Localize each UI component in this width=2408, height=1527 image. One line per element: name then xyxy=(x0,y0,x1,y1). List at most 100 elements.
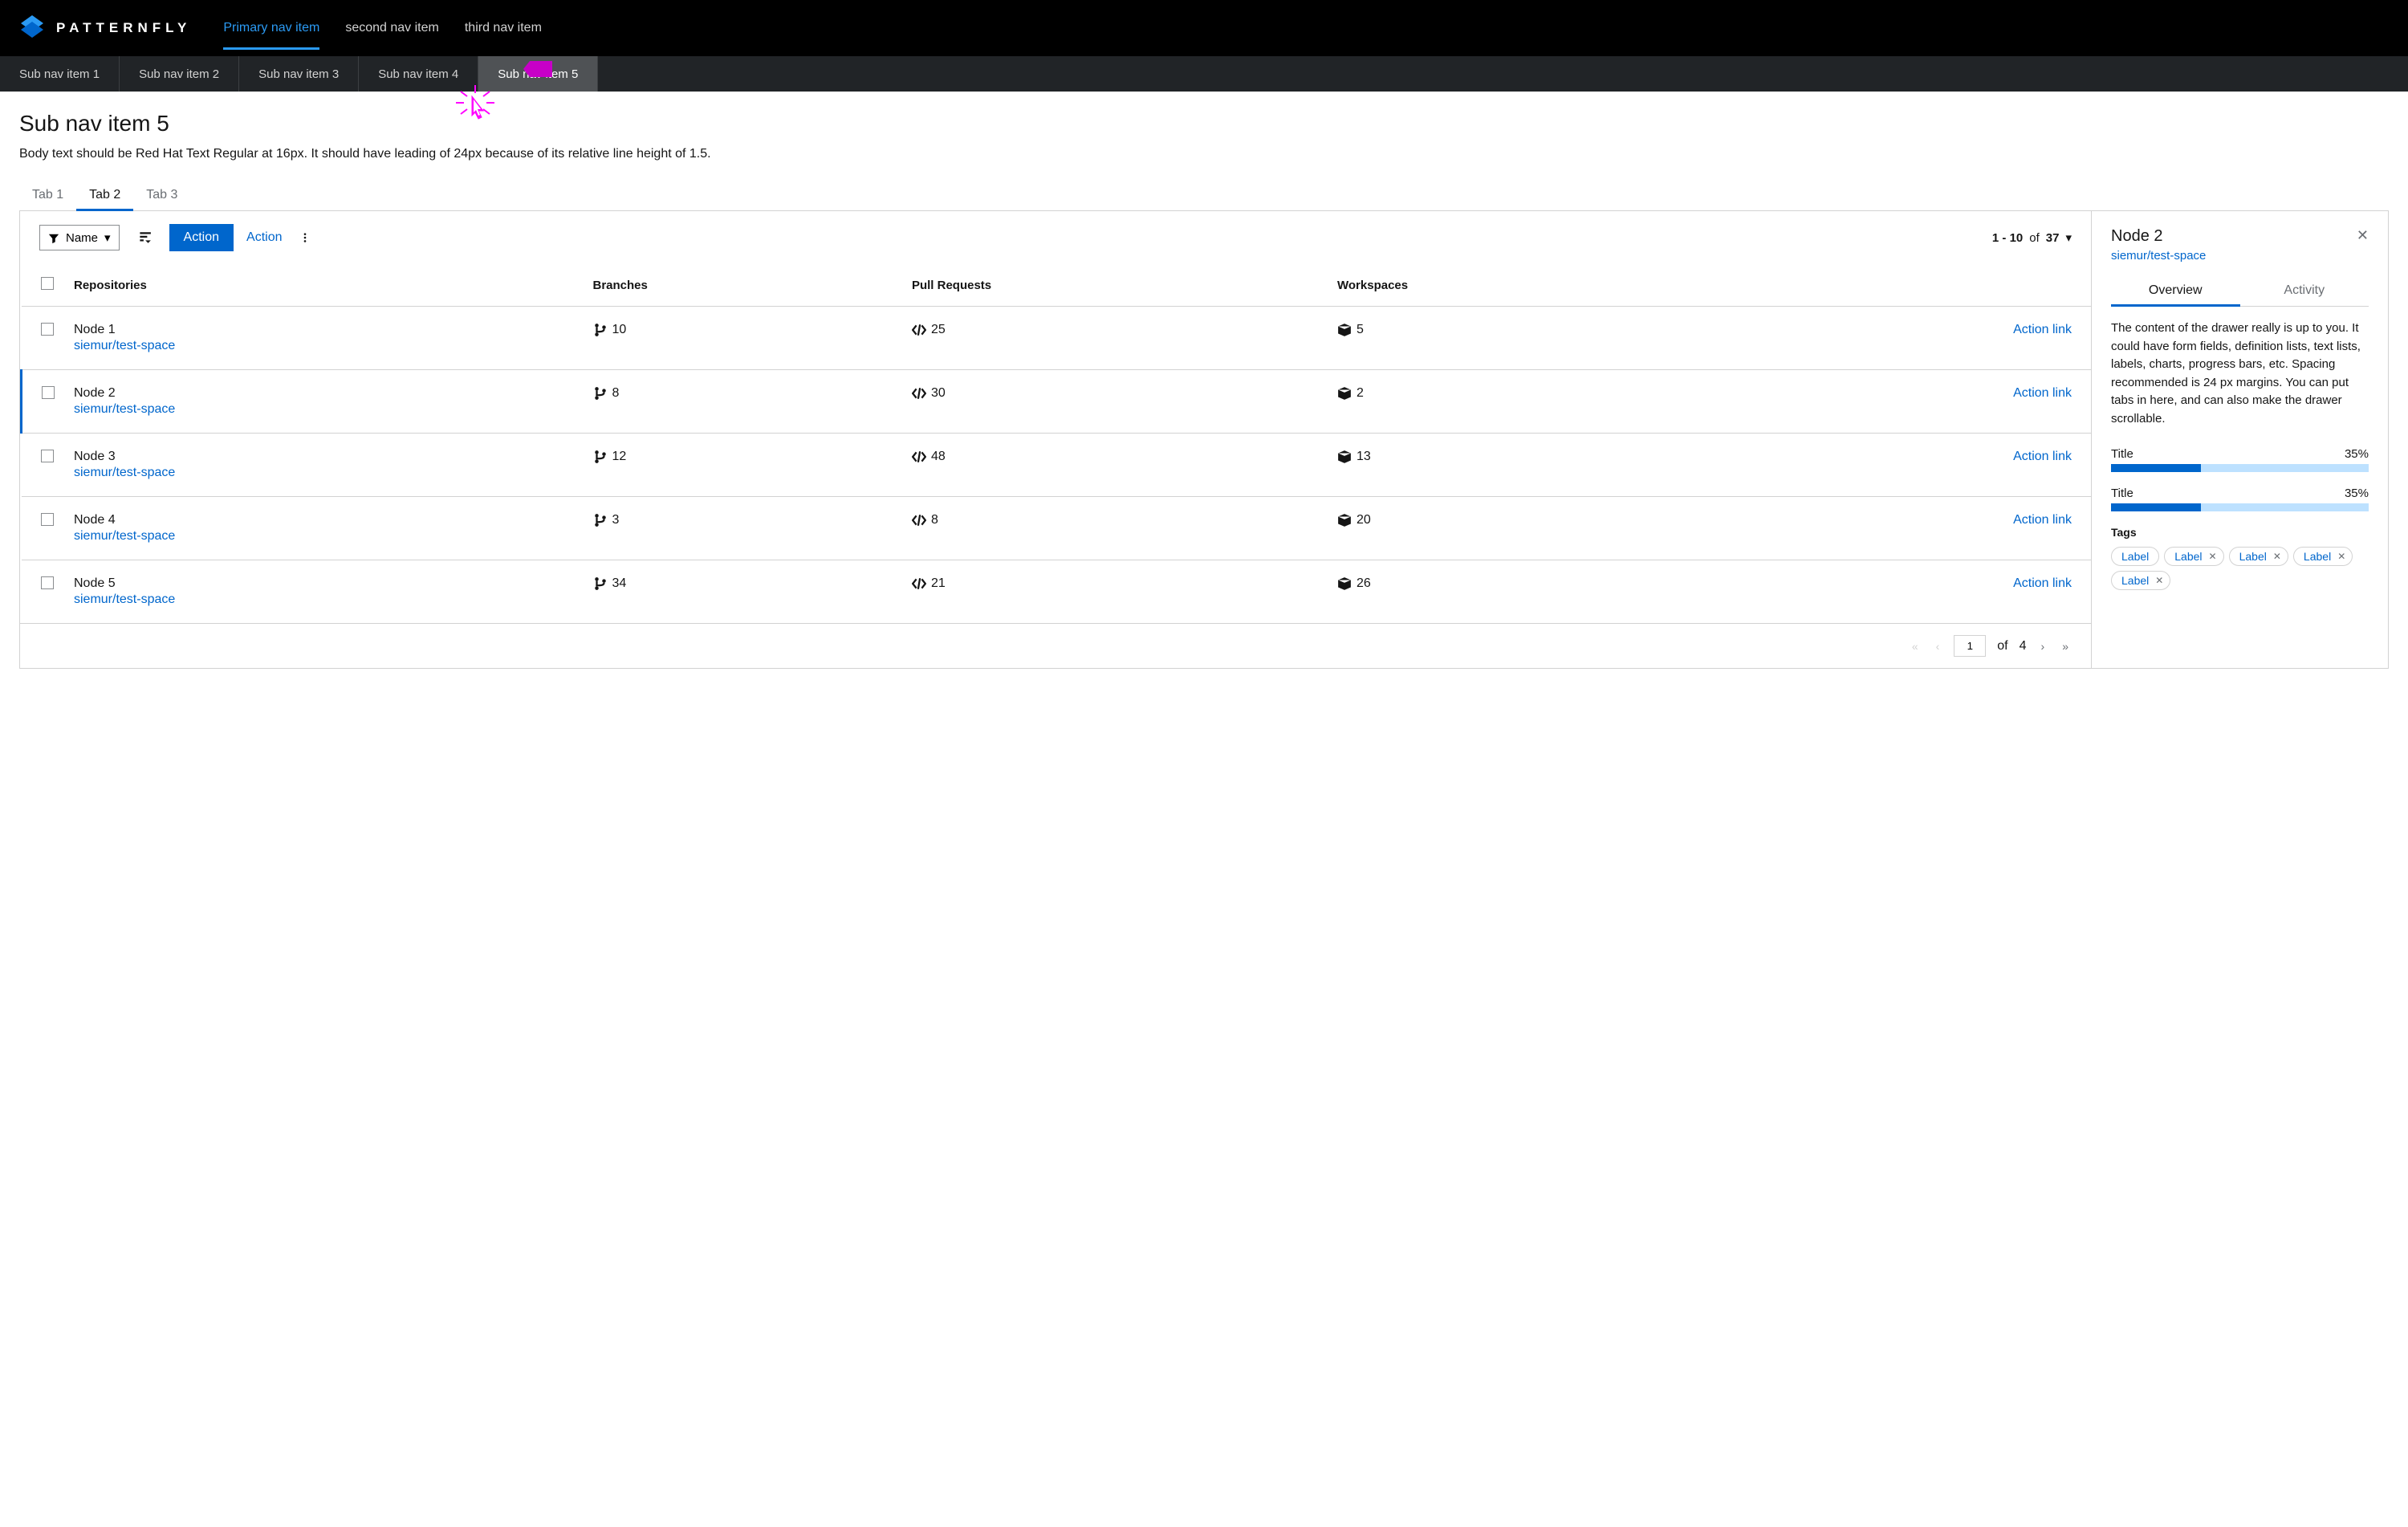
filter-dropdown[interactable]: Name ▾ xyxy=(39,225,120,250)
select-all-checkbox[interactable] xyxy=(41,277,54,290)
page-title: Sub nav item 5 xyxy=(19,111,2389,136)
toolbar: Name ▾ Action Action 1 - 10 of 37 ▾ xyxy=(20,211,2091,264)
primary-nav-item[interactable]: second nav item xyxy=(345,0,439,56)
drawer-close-button[interactable]: ✕ xyxy=(2357,227,2369,244)
cube-icon xyxy=(1337,450,1352,464)
tab[interactable]: Tab 2 xyxy=(76,180,133,210)
close-icon: ✕ xyxy=(2357,227,2369,243)
subnav-item[interactable]: Sub nav item 3 xyxy=(239,56,359,92)
tag-chip[interactable]: Label ✕ xyxy=(2229,547,2288,566)
drawer-body-text: The content of the drawer really is up t… xyxy=(2111,320,2369,428)
node-link[interactable]: siemur/test-space xyxy=(74,402,175,416)
repositories-table: Repositories Branches Pull Requests Work… xyxy=(20,264,2091,623)
chip-label: Label xyxy=(2174,550,2202,563)
node-link[interactable]: siemur/test-space xyxy=(74,592,175,606)
row-checkbox[interactable] xyxy=(42,386,55,399)
secondary-action-link[interactable]: Action xyxy=(246,230,282,245)
node-name: Node 5 xyxy=(74,576,574,591)
progress-title: Title xyxy=(2111,447,2133,461)
col-workspaces: Workspaces xyxy=(1328,264,1714,307)
details-drawer: Node 2 ✕ siemur/test-space OverviewActiv… xyxy=(2091,211,2388,668)
angle-double-left-icon: « xyxy=(1912,640,1918,653)
drawer-tabs: OverviewActivity xyxy=(2111,275,2369,307)
page-next-button[interactable]: › xyxy=(2038,637,2048,656)
chip-label: Label xyxy=(2239,550,2267,563)
progress-title: Title xyxy=(2111,487,2133,500)
chip-remove-icon[interactable]: ✕ xyxy=(2209,551,2217,562)
page-body-text: Body text should be Red Hat Text Regular… xyxy=(19,145,2389,164)
row-checkbox[interactable] xyxy=(41,450,54,462)
tab[interactable]: Tab 1 xyxy=(19,180,76,210)
page-first-button[interactable]: « xyxy=(1909,637,1922,656)
node-name: Node 1 xyxy=(74,323,574,337)
drawer-tab[interactable]: Activity xyxy=(2240,275,2369,306)
chip-remove-icon[interactable]: ✕ xyxy=(2155,575,2163,586)
angle-left-icon: ‹ xyxy=(1936,640,1940,653)
row-action-link[interactable]: Action link xyxy=(2013,323,2072,336)
progress-value: 35% xyxy=(2345,487,2369,500)
branches-value: 12 xyxy=(612,450,627,464)
drawer-tab[interactable]: Overview xyxy=(2111,275,2240,306)
pulls-value: 25 xyxy=(931,323,946,337)
table-row[interactable]: Node 1siemur/test-space10255Action link xyxy=(22,307,2092,370)
page-tabs: Tab 1Tab 2Tab 3 xyxy=(19,180,2389,211)
progress-fill xyxy=(2111,464,2201,472)
table-row[interactable]: Node 3siemur/test-space124813Action link xyxy=(22,434,2092,497)
cube-icon xyxy=(1337,323,1352,337)
sort-icon xyxy=(137,230,152,244)
subnav-item[interactable]: Sub nav item 4 xyxy=(359,56,478,92)
row-action-link[interactable]: Action link xyxy=(2013,450,2072,463)
caret-down-icon: ▾ xyxy=(104,230,111,245)
masthead: PATTERNFLY Primary nav item second nav it… xyxy=(0,0,2408,56)
subnav-item[interactable]: Sub nav item 5 xyxy=(478,56,598,92)
table-row[interactable]: Node 4siemur/test-space3820Action link xyxy=(22,497,2092,560)
cube-icon xyxy=(1337,576,1352,591)
chip-remove-icon[interactable]: ✕ xyxy=(2337,551,2345,562)
page-number-input[interactable] xyxy=(1954,635,1986,657)
tag-chip[interactable]: Label✕ xyxy=(2111,571,2170,590)
subnav-item[interactable]: Sub nav item 2 xyxy=(120,56,239,92)
pagination-of-label: of xyxy=(1997,639,2007,654)
chip-label: Label xyxy=(2304,550,2331,563)
pagination-top[interactable]: 1 - 10 of 37 ▾ xyxy=(1992,230,2072,245)
subnav-item[interactable]: Sub nav item 1 xyxy=(0,56,120,92)
primary-nav-item[interactable]: Primary nav item xyxy=(223,0,319,56)
page-prev-button[interactable]: ‹ xyxy=(1933,637,1943,656)
tag-chip[interactable]: Label xyxy=(2111,547,2159,566)
workspaces-value: 20 xyxy=(1357,513,1371,527)
tab[interactable]: Tab 3 xyxy=(133,180,190,210)
pulls-value: 48 xyxy=(931,450,946,464)
row-action-link[interactable]: Action link xyxy=(2013,576,2072,590)
code-icon xyxy=(912,576,926,591)
row-checkbox[interactable] xyxy=(41,513,54,526)
node-name: Node 2 xyxy=(74,386,574,401)
cube-icon xyxy=(1337,386,1352,401)
progress-bar xyxy=(2111,503,2369,511)
row-checkbox[interactable] xyxy=(41,576,54,589)
branch-icon xyxy=(593,450,608,464)
primary-nav-item[interactable]: third nav item xyxy=(465,0,542,56)
primary-action-button[interactable]: Action xyxy=(169,224,234,251)
row-action-link[interactable]: Action link xyxy=(2013,513,2072,527)
kebab-menu-button[interactable] xyxy=(295,226,315,250)
sort-button[interactable] xyxy=(132,226,157,250)
node-link[interactable]: siemur/test-space xyxy=(74,466,175,479)
node-link[interactable]: siemur/test-space xyxy=(74,529,175,543)
table-row[interactable]: Node 2siemur/test-space8302Action link xyxy=(22,370,2092,434)
tag-chip[interactable]: Label ✕ xyxy=(2164,547,2223,566)
col-branches: Branches xyxy=(584,264,902,307)
caret-down-icon: ▾ xyxy=(2065,230,2072,245)
row-action-link[interactable]: Action link xyxy=(2013,386,2072,400)
main-pane: Name ▾ Action Action 1 - 10 of 37 ▾ xyxy=(20,211,2091,668)
row-checkbox[interactable] xyxy=(41,323,54,336)
chip-remove-icon[interactable]: ✕ xyxy=(2273,551,2281,562)
node-link[interactable]: siemur/test-space xyxy=(74,339,175,352)
page-last-button[interactable]: » xyxy=(2059,637,2072,656)
brand-name: PATTERNFLY xyxy=(56,20,191,36)
drawer-subtitle-link[interactable]: siemur/test-space xyxy=(2111,249,2206,263)
branch-icon xyxy=(593,513,608,527)
branch-icon xyxy=(593,323,608,337)
table-row[interactable]: Node 5siemur/test-space342126Action link xyxy=(22,560,2092,624)
branches-value: 8 xyxy=(612,386,620,401)
tag-chip[interactable]: Label ✕ xyxy=(2293,547,2353,566)
